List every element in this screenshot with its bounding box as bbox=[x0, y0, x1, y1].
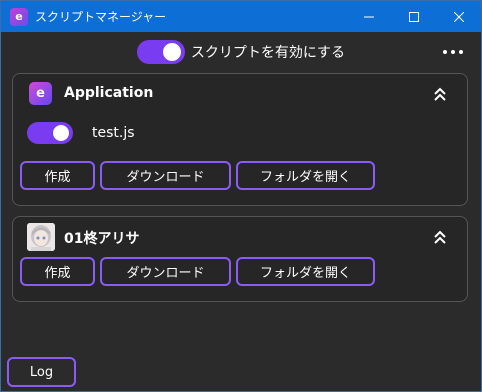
open-folder-button[interactable]: フォルダを開く bbox=[236, 257, 375, 286]
log-button[interactable]: Log bbox=[7, 357, 76, 387]
more-options-button[interactable] bbox=[443, 45, 463, 59]
open-folder-button[interactable]: フォルダを開く bbox=[236, 161, 375, 190]
minimize-icon bbox=[363, 16, 374, 17]
enable-scripts-row: スクリプトを有効にする bbox=[1, 39, 481, 65]
enable-scripts-label: スクリプトを有効にする bbox=[190, 45, 346, 61]
card-title: Application bbox=[64, 85, 154, 101]
minimize-button[interactable] bbox=[346, 1, 391, 32]
script-enable-toggle[interactable] bbox=[27, 122, 73, 144]
download-button[interactable]: ダウンロード bbox=[100, 161, 231, 190]
card-actions: 作成 ダウンロード フォルダを開く bbox=[20, 257, 375, 286]
card-header: e Application bbox=[13, 74, 467, 114]
avatar-image bbox=[27, 223, 55, 251]
title-bar: e スクリプトマネージャー bbox=[1, 1, 481, 32]
more-dot bbox=[451, 50, 455, 54]
create-button[interactable]: 作成 bbox=[20, 257, 95, 286]
create-button[interactable]: 作成 bbox=[20, 161, 95, 190]
card-header: 01柊アリサ bbox=[13, 217, 467, 257]
window-controls bbox=[346, 1, 481, 32]
window-title: スクリプトマネージャー bbox=[35, 10, 167, 24]
more-horizontal-icon bbox=[443, 50, 447, 54]
script-row: test.js bbox=[27, 121, 135, 145]
script-group-card-application: e Application test.js 作成 ダウンロード フォルダを開く bbox=[12, 73, 468, 206]
script-name: test.js bbox=[92, 125, 135, 141]
maximize-button[interactable] bbox=[391, 1, 436, 32]
download-button[interactable]: ダウンロード bbox=[100, 257, 231, 286]
card-actions: 作成 ダウンロード フォルダを開く bbox=[20, 161, 375, 190]
more-dot bbox=[459, 50, 463, 54]
card-title: 01柊アリサ bbox=[64, 231, 140, 247]
toggle-knob bbox=[53, 125, 69, 141]
enable-scripts-toggle[interactable] bbox=[136, 40, 185, 64]
close-button[interactable] bbox=[436, 1, 481, 32]
collapse-button[interactable] bbox=[433, 229, 447, 245]
close-icon bbox=[453, 11, 464, 22]
script-group-card-arisa: 01柊アリサ 作成 ダウンロード フォルダを開く bbox=[12, 216, 468, 302]
collapse-button[interactable] bbox=[433, 86, 447, 102]
chevron-double-up-icon bbox=[434, 87, 446, 101]
avatar bbox=[27, 223, 55, 251]
chevron-double-up-icon bbox=[434, 230, 446, 244]
toggle-knob bbox=[162, 43, 181, 61]
app-icon: e bbox=[29, 82, 52, 105]
maximize-icon bbox=[408, 11, 419, 22]
app-logo-icon: e bbox=[10, 7, 28, 26]
